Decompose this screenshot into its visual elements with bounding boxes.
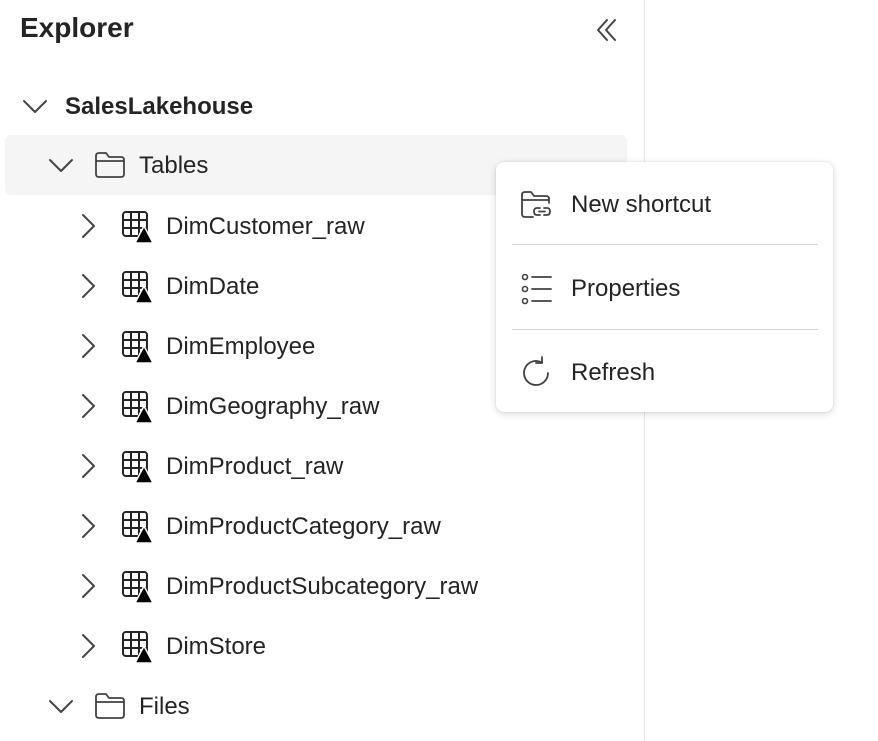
chevron-right-icon[interactable] bbox=[74, 632, 102, 660]
tables-folder-label: Tables bbox=[139, 152, 209, 179]
chevron-down-icon[interactable] bbox=[21, 92, 49, 120]
chevron-right-icon[interactable] bbox=[74, 452, 102, 480]
tree-item-table[interactable]: DimProduct_raw bbox=[0, 436, 630, 496]
table-warning-icon bbox=[122, 631, 154, 664]
chevron-right-icon[interactable] bbox=[74, 392, 102, 420]
folder-icon bbox=[95, 693, 125, 719]
lakehouse-label: SalesLakehouse bbox=[65, 93, 254, 120]
table-warning-icon bbox=[122, 451, 154, 484]
table-label: DimGeography_raw bbox=[166, 393, 380, 420]
tree-item-table[interactable]: DimProductSubcategory_raw bbox=[0, 556, 630, 616]
tree-item-files-folder[interactable]: Files bbox=[0, 676, 630, 736]
folder-link-icon bbox=[521, 191, 551, 218]
menu-item-label: Properties bbox=[571, 275, 681, 302]
collapse-pane-icon[interactable] bbox=[590, 14, 622, 46]
tree-item-lakehouse[interactable]: SalesLakehouse bbox=[0, 76, 630, 136]
tree-item-table[interactable]: DimStore bbox=[0, 616, 630, 676]
chevron-right-icon[interactable] bbox=[74, 332, 102, 360]
menu-item-new-shortcut[interactable]: New shortcut bbox=[496, 164, 833, 246]
chevron-right-icon[interactable] bbox=[74, 212, 102, 240]
properties-list-icon bbox=[521, 273, 552, 305]
table-label: DimProductSubcategory_raw bbox=[166, 573, 479, 600]
table-warning-icon bbox=[122, 571, 154, 604]
table-label: DimStore bbox=[166, 633, 267, 660]
files-folder-label: Files bbox=[139, 693, 190, 720]
menu-item-properties[interactable]: Properties bbox=[496, 248, 833, 330]
table-label: DimProduct_raw bbox=[166, 453, 344, 480]
context-menu: New shortcut Properties Refresh bbox=[496, 162, 833, 412]
table-warning-icon bbox=[122, 211, 154, 244]
table-warning-icon bbox=[122, 511, 154, 544]
chevron-down-icon[interactable] bbox=[47, 692, 75, 720]
chevron-right-icon[interactable] bbox=[74, 572, 102, 600]
table-warning-icon bbox=[122, 271, 154, 304]
chevron-right-icon[interactable] bbox=[74, 272, 102, 300]
menu-item-label: New shortcut bbox=[571, 191, 712, 218]
folder-icon bbox=[95, 152, 125, 178]
tree-item-table[interactable]: DimProductCategory_raw bbox=[0, 496, 630, 556]
chevron-down-icon[interactable] bbox=[47, 151, 75, 179]
table-label: DimProductCategory_raw bbox=[166, 513, 441, 540]
menu-separator bbox=[512, 329, 818, 330]
menu-item-refresh[interactable]: Refresh bbox=[496, 332, 833, 414]
table-label: DimEmployee bbox=[166, 333, 316, 360]
menu-separator bbox=[512, 244, 818, 245]
table-warning-icon bbox=[122, 391, 154, 424]
table-label: DimCustomer_raw bbox=[166, 213, 365, 240]
menu-item-label: Refresh bbox=[571, 359, 656, 386]
table-warning-icon bbox=[122, 331, 154, 364]
refresh-icon bbox=[523, 356, 549, 386]
chevron-right-icon[interactable] bbox=[74, 512, 102, 540]
table-label: DimDate bbox=[166, 273, 260, 300]
explorer-title: Explorer bbox=[20, 12, 134, 43]
